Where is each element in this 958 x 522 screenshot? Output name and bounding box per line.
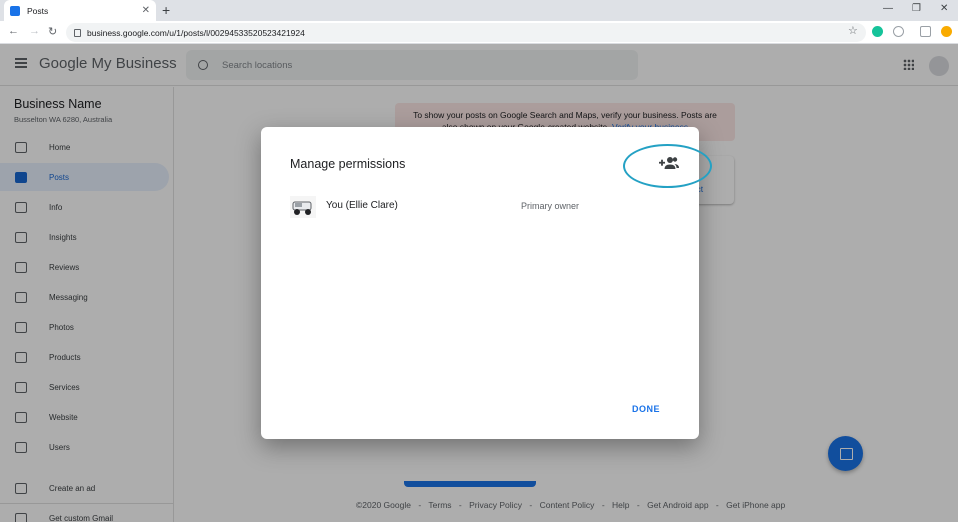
owner-row: You (Ellie Clare) Primary owner — [290, 193, 670, 219]
owner-avatar — [290, 196, 316, 218]
owner-name: You (Ellie Clare) — [326, 200, 398, 211]
new-tab-icon[interactable]: + — [162, 2, 170, 18]
profile-alert-icon[interactable] — [941, 26, 952, 37]
dialog-title: Manage permissions — [290, 157, 406, 171]
tab-title: Posts — [27, 5, 49, 16]
bookmark-star-icon[interactable]: ☆ — [848, 24, 858, 37]
extension-icon[interactable] — [920, 26, 931, 37]
done-button[interactable]: DONE — [621, 397, 671, 421]
favicon-icon — [10, 5, 20, 16]
owner-role: Primary owner — [521, 201, 580, 211]
url-text: business.google.com/u/1/posts/l/00294533… — [87, 27, 305, 38]
lock-icon — [74, 28, 81, 37]
address-bar: ← → ↻ business.google.com/u/1/posts/l/00… — [0, 21, 958, 44]
highlight-ring-annotation — [623, 144, 712, 188]
back-icon[interactable]: ← — [8, 25, 19, 37]
reload-icon[interactable]: ↻ — [48, 25, 57, 38]
close-tab-icon[interactable]: ✕ — [142, 5, 150, 16]
browser-tab-bar: Posts ✕ + — ❐ ✕ — [0, 0, 958, 21]
browser-tab[interactable]: Posts ✕ — [4, 0, 156, 21]
url-field[interactable]: business.google.com/u/1/posts/l/00294533… — [66, 23, 866, 42]
minimize-icon[interactable]: — — [883, 3, 893, 14]
grammarly-extension-icon[interactable] — [872, 26, 883, 37]
forward-icon[interactable]: → — [29, 25, 40, 37]
shield-extension-icon[interactable] — [893, 26, 904, 37]
maximize-icon[interactable]: ❐ — [912, 3, 921, 14]
window-close-icon[interactable]: ✕ — [940, 3, 948, 14]
